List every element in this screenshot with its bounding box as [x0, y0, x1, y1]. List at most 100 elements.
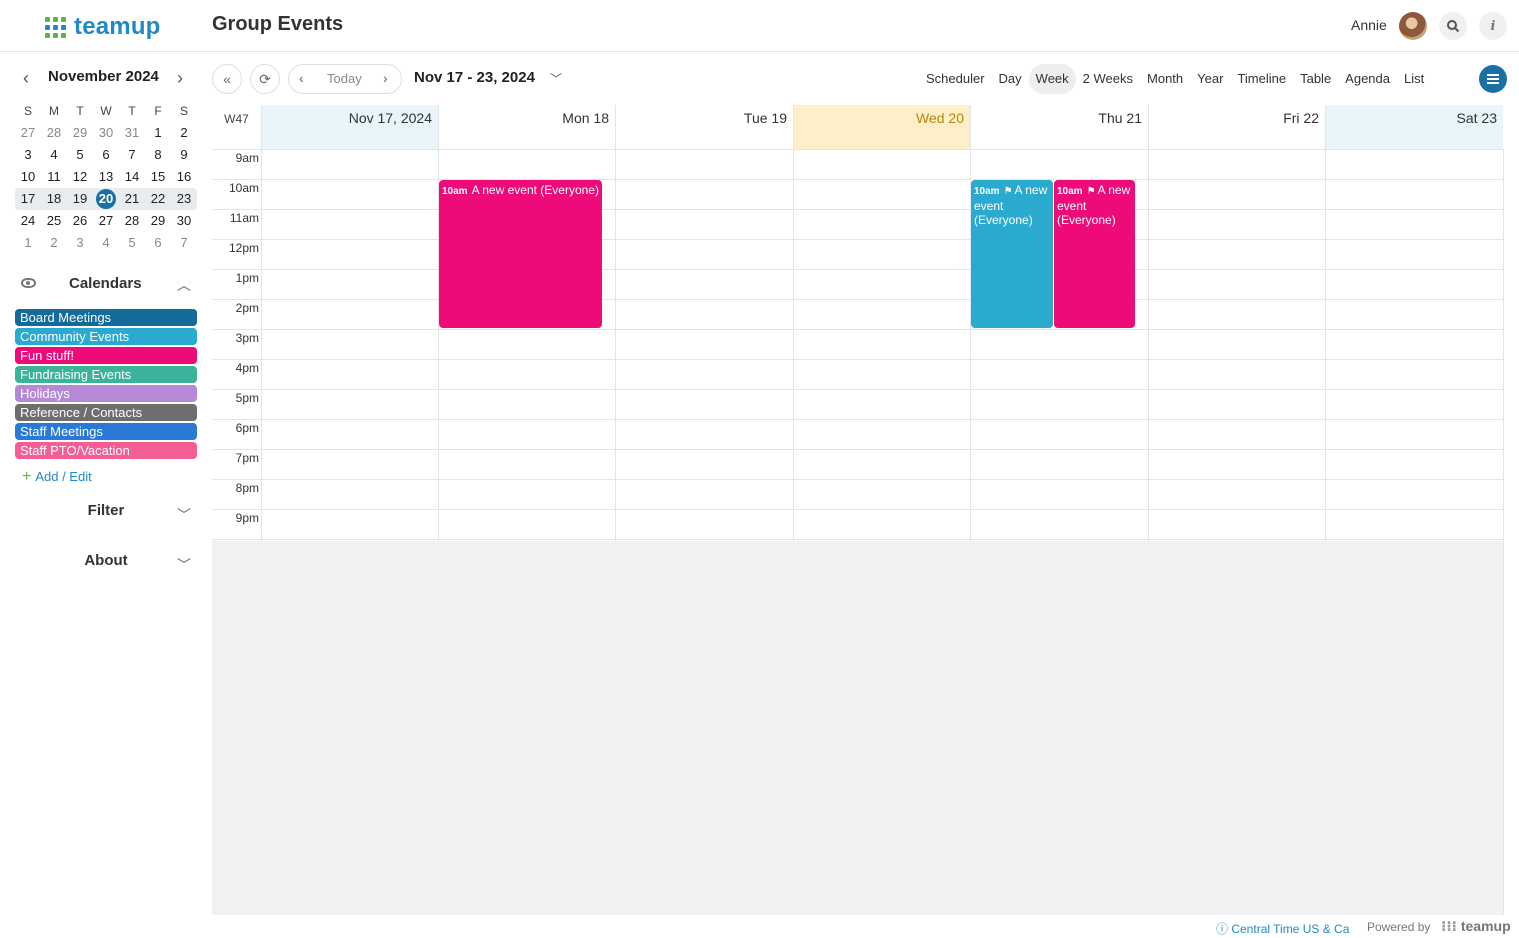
mini-calendar-week[interactable]: 1 2 3 4 5 6 7	[15, 232, 197, 254]
mini-calendar-day[interactable]: 18	[41, 188, 67, 210]
next-icon[interactable]: ›	[383, 70, 388, 86]
mini-calendar-day[interactable]: 31	[119, 122, 145, 144]
today-button[interactable]: Today	[327, 71, 362, 86]
mini-calendar-week[interactable]: 3 4 5 6 7 8 9	[15, 144, 197, 166]
timezone-link[interactable]: ⓘ Central Time US & Ca	[1216, 920, 1349, 937]
about-section[interactable]: About ﹀	[15, 552, 197, 574]
mini-calendar-day[interactable]: 30	[93, 122, 119, 144]
footer-logo[interactable]: ⁝⁝⁝ teamup	[1441, 918, 1511, 935]
calendar-item[interactable]: Holidays	[15, 385, 197, 402]
mini-calendar-day[interactable]: 3	[15, 144, 41, 166]
eye-icon[interactable]	[21, 278, 36, 288]
mini-calendar-day[interactable]: 29	[67, 122, 93, 144]
teamup-logo[interactable]: teamup	[45, 13, 161, 41]
date-range[interactable]: Nov 17 - 23, 2024	[414, 69, 535, 86]
view-week[interactable]: Week	[1028, 64, 1076, 94]
view-day[interactable]: Day	[992, 64, 1029, 94]
calendar-item[interactable]: Fun stuff!	[15, 347, 197, 364]
mini-calendar-week[interactable]: 17 18 19 20 21 22 23	[15, 188, 197, 210]
add-edit-link[interactable]: + Add / Edit	[22, 468, 92, 486]
mini-calendar-day[interactable]: 10	[15, 166, 41, 188]
mini-calendar-day[interactable]: 6	[145, 232, 171, 254]
mini-calendar-day[interactable]: 27	[15, 122, 41, 144]
chevron-up-icon[interactable]: ︿	[177, 275, 191, 295]
mini-calendar-day[interactable]: 24	[15, 210, 41, 232]
mini-calendar-week[interactable]: 10 11 12 13 14 15 16	[15, 166, 197, 188]
mini-calendar-day[interactable]: 7	[171, 232, 197, 254]
event-block[interactable]: 10am A new event (Everyone)	[439, 180, 602, 328]
calendar-item[interactable]: Staff PTO/Vacation	[15, 442, 197, 459]
mini-calendar-day[interactable]: 4	[93, 232, 119, 254]
mini-calendar-day[interactable]: 27	[93, 210, 119, 232]
mini-calendar-day[interactable]: 30	[171, 210, 197, 232]
calendar-item[interactable]: Fundraising Events	[15, 366, 197, 383]
calendar-item[interactable]: Staff Meetings	[15, 423, 197, 440]
mini-calendar-day[interactable]: 12	[67, 166, 93, 188]
mini-calendar-day[interactable]: 9	[171, 144, 197, 166]
mini-calendar-day[interactable]: 15	[145, 166, 171, 188]
view-list[interactable]: List	[1397, 64, 1431, 94]
view-month[interactable]: Month	[1140, 64, 1190, 94]
day-header[interactable]: Mon 18	[438, 105, 615, 149]
mini-calendar-day[interactable]: 23	[171, 188, 197, 210]
dow-label: M	[49, 104, 59, 118]
view-scheduler[interactable]: Scheduler	[919, 64, 992, 94]
view-2-weeks[interactable]: 2 Weeks	[1076, 64, 1140, 94]
mini-calendar-day[interactable]: 16	[171, 166, 197, 188]
refresh-button[interactable]: ⟳	[250, 64, 280, 94]
mini-calendar-day[interactable]: 26	[67, 210, 93, 232]
mini-calendar-day[interactable]: 13	[93, 166, 119, 188]
mini-calendar-day[interactable]: 6	[93, 144, 119, 166]
mini-calendar-day[interactable]: 5	[119, 232, 145, 254]
mini-calendar-day[interactable]: 25	[41, 210, 67, 232]
mini-calendar-day[interactable]: 2	[171, 122, 197, 144]
mini-calendar-day[interactable]: 7	[119, 144, 145, 166]
mini-calendar-day[interactable]: 1	[145, 122, 171, 144]
avatar[interactable]	[1399, 12, 1427, 40]
mini-calendar-week[interactable]: 24 25 26 27 28 29 30	[15, 210, 197, 232]
chevron-down-icon[interactable]: ﹀	[550, 70, 562, 87]
user-name[interactable]: Annie	[1351, 17, 1387, 33]
mini-calendar-week[interactable]: 27 28 29 30 31 1 2	[15, 122, 197, 144]
calendar-item[interactable]: Community Events	[15, 328, 197, 345]
event-block[interactable]: 10am ⚑ A new event (Everyone)	[971, 180, 1053, 328]
mini-calendar-day[interactable]: 11	[41, 166, 67, 188]
dow-label: S	[23, 104, 32, 118]
calendar-item[interactable]: Reference / Contacts	[15, 404, 197, 421]
mini-calendar-day[interactable]: 19	[67, 188, 93, 210]
mini-calendar-day[interactable]: 14	[119, 166, 145, 188]
view-agenda[interactable]: Agenda	[1338, 64, 1397, 94]
calendar-item[interactable]: Board Meetings	[15, 309, 197, 326]
view-year[interactable]: Year	[1190, 64, 1230, 94]
day-header[interactable]: Sat 23	[1325, 105, 1503, 149]
mini-calendar-day[interactable]: 1	[15, 232, 41, 254]
search-button[interactable]	[1439, 12, 1467, 40]
mini-calendar-day[interactable]: 8	[145, 144, 171, 166]
info-button[interactable]: i	[1479, 12, 1507, 40]
day-header[interactable]: Tue 19	[615, 105, 793, 149]
mini-calendar-day[interactable]: 17	[15, 188, 41, 210]
event-block[interactable]: 10am ⚑ A new event (Everyone)	[1054, 180, 1135, 328]
mini-calendar-day[interactable]: 28	[119, 210, 145, 232]
mini-calendar-day[interactable]: 20	[93, 188, 119, 210]
mini-calendar-day[interactable]: 2	[41, 232, 67, 254]
prev-icon[interactable]: ‹	[299, 70, 304, 86]
filter-section[interactable]: Filter ﹀	[15, 502, 197, 524]
mini-calendar-day[interactable]: 22	[145, 188, 171, 210]
mini-calendar-day[interactable]: 3	[67, 232, 93, 254]
mini-calendar-day[interactable]: 4	[41, 144, 67, 166]
day-header[interactable]: Fri 22	[1148, 105, 1325, 149]
day-header[interactable]: Nov 17, 2024	[261, 105, 438, 149]
mini-calendar-day[interactable]: 21	[119, 188, 145, 210]
day-header[interactable]: Wed 20	[793, 105, 970, 149]
next-month-icon[interactable]: ›	[177, 67, 183, 89]
collapse-sidebar-button[interactable]: «	[212, 64, 242, 94]
mini-calendar-day[interactable]: 5	[67, 144, 93, 166]
menu-button[interactable]	[1479, 65, 1507, 93]
mini-calendar-day[interactable]: 29	[145, 210, 171, 232]
mini-calendar-day[interactable]: 28	[41, 122, 67, 144]
day-header[interactable]: Thu 21	[970, 105, 1148, 149]
prev-month-icon[interactable]: ‹	[23, 67, 29, 89]
view-table[interactable]: Table	[1293, 64, 1338, 94]
view-timeline[interactable]: Timeline	[1230, 64, 1293, 94]
